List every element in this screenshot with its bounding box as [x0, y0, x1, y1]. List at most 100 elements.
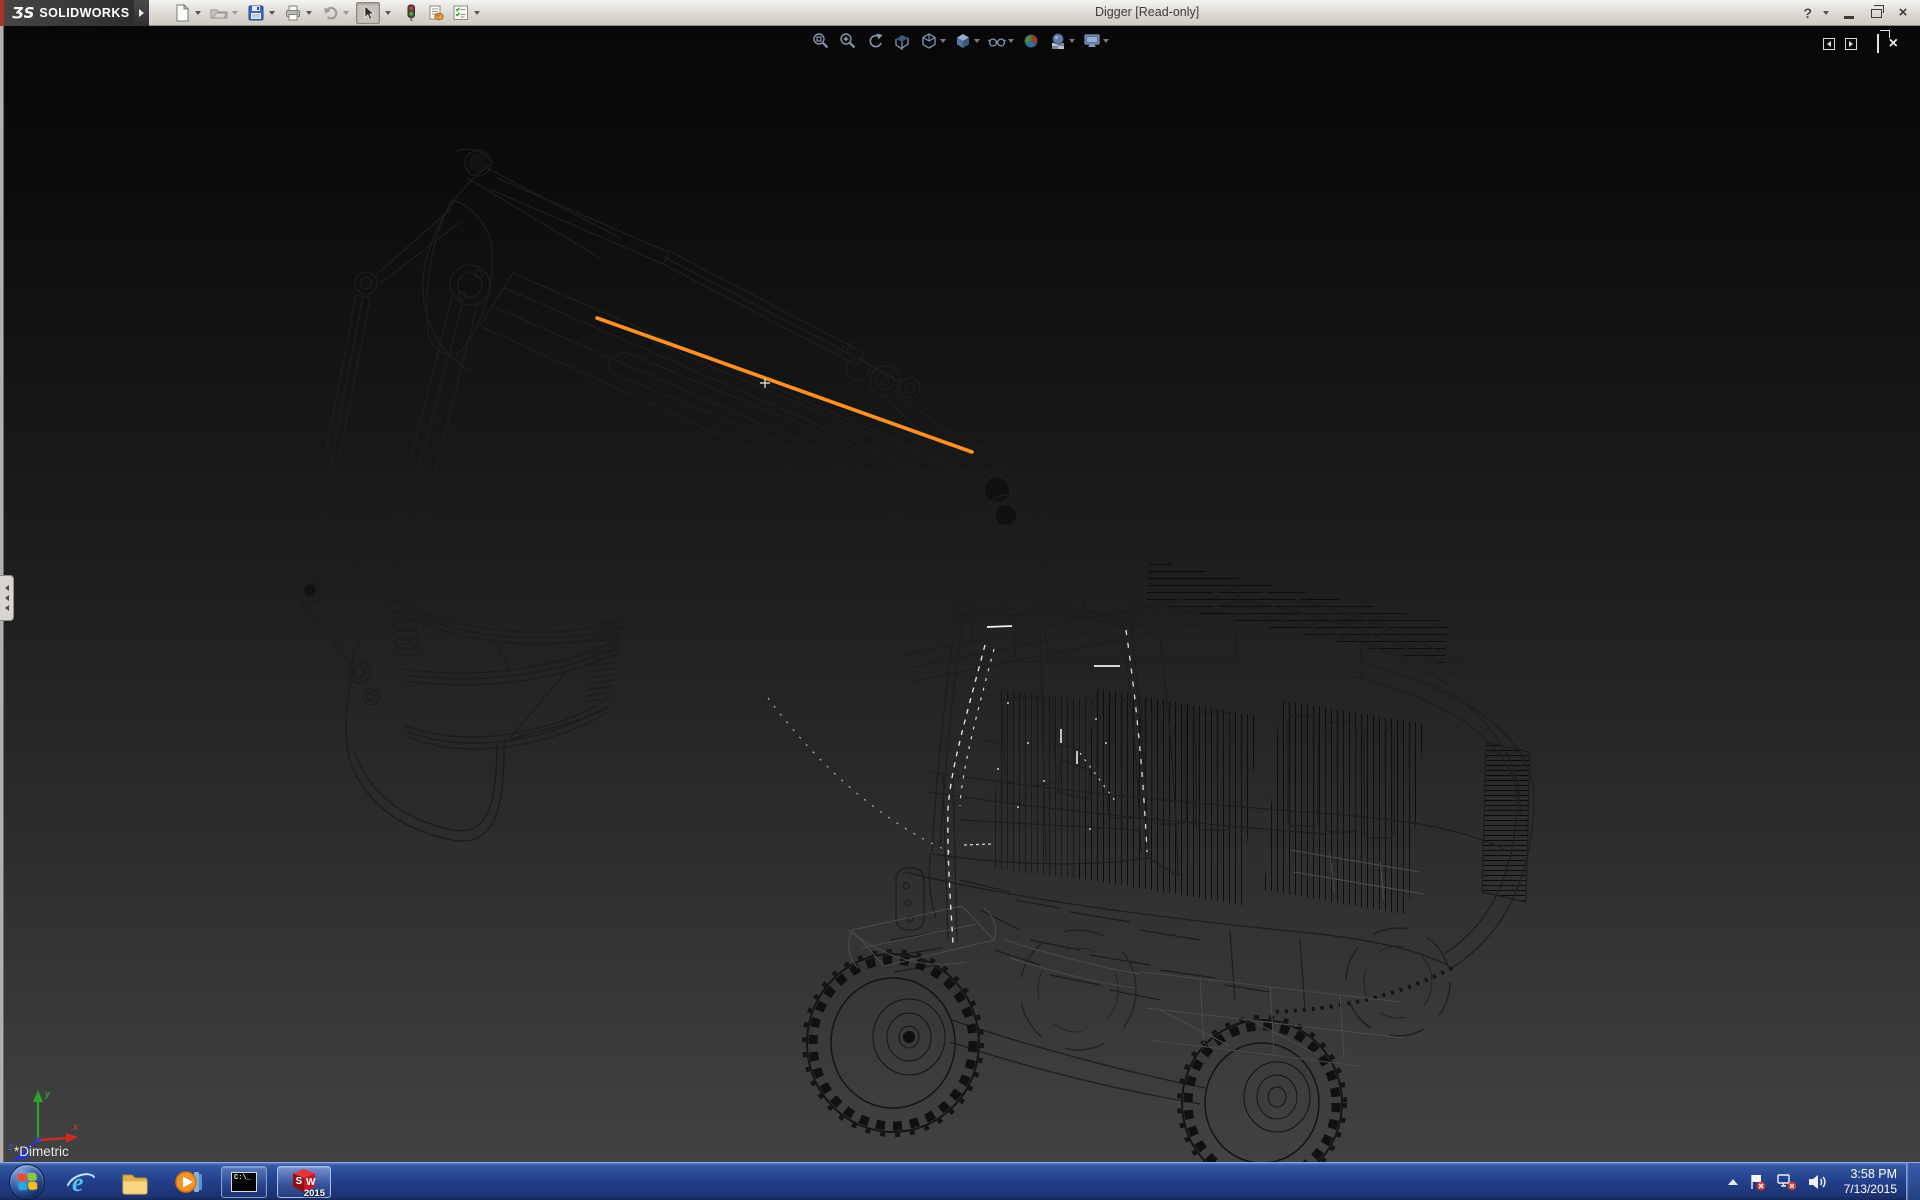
edit-appearance-button[interactable] [1021, 31, 1041, 51]
previous-view-icon [865, 31, 885, 51]
chevron-down-icon[interactable] [195, 11, 201, 15]
brand-label: SOLIDWORKS [39, 6, 129, 20]
feature-panel-collapse-tab[interactable] [0, 575, 14, 621]
chevron-down-icon[interactable] [1103, 39, 1109, 43]
hidden-icons-button[interactable] [1728, 1179, 1738, 1185]
help-caret-icon[interactable] [1823, 11, 1829, 15]
triad-y-label: y [44, 1089, 51, 1100]
standard-toolbar [171, 2, 484, 24]
close-button[interactable]: × [1894, 5, 1912, 21]
minimize-button[interactable] [1840, 5, 1858, 21]
select-cursor-icon [359, 4, 377, 22]
apply-scene-button[interactable] [1048, 31, 1075, 51]
excavator-wireframe: y x z [0, 26, 1920, 1162]
action-center-icon[interactable] [1747, 1172, 1767, 1192]
document-close-button[interactable]: × [1889, 38, 1898, 50]
undo-button[interactable] [319, 3, 353, 23]
new-document-button[interactable] [171, 3, 205, 23]
show-desktop-button[interactable] [1906, 1163, 1920, 1200]
document-restore-button[interactable] [1877, 35, 1879, 53]
options-button[interactable] [450, 3, 484, 23]
graphics-area[interactable]: y x z [0, 26, 1920, 1162]
chevron-down-icon[interactable] [306, 11, 312, 15]
boom-group [316, 149, 1085, 618]
display-style-button[interactable] [953, 31, 980, 51]
view-orientation-icon [919, 31, 939, 51]
file-properties-button[interactable] [425, 3, 447, 23]
taskbar-items: e C:\_ [59, 1163, 331, 1200]
windows-explorer-button[interactable] [113, 1165, 157, 1199]
new-document-icon [173, 4, 191, 22]
media-player-button[interactable] [167, 1165, 211, 1199]
triad-x-label: x [72, 1122, 79, 1133]
hide-show-items-button[interactable] [987, 31, 1014, 51]
triad-z-label: z [7, 1142, 13, 1153]
eyeglasses-icon [987, 31, 1007, 51]
help-button[interactable]: ? [1803, 5, 1812, 21]
command-prompt-icon: C:\_ [231, 1172, 257, 1192]
volume-icon[interactable] [1807, 1172, 1829, 1192]
chevron-down-icon[interactable] [1008, 39, 1014, 43]
section-view-icon [892, 31, 912, 51]
select-flyout-caret[interactable] [385, 11, 391, 15]
restore-button[interactable] [1867, 5, 1885, 21]
network-status-icon[interactable] [1776, 1172, 1798, 1192]
zoom-to-fit-button[interactable] [811, 31, 831, 51]
selected-edge[interactable] [597, 318, 972, 452]
pane-toggle-left-button[interactable] [1823, 38, 1835, 50]
chevron-down-icon[interactable] [1069, 39, 1075, 43]
internet-explorer-button[interactable]: e [59, 1165, 103, 1199]
chevron-down-icon[interactable] [269, 11, 275, 15]
print-button[interactable] [282, 3, 316, 23]
chevron-down-icon[interactable] [474, 11, 480, 15]
collapse-arrow-icon [5, 595, 9, 601]
chevron-down-icon[interactable] [232, 11, 238, 15]
edit-appearance-icon [1021, 31, 1041, 51]
body-group [890, 560, 1534, 1104]
start-button[interactable] [9, 1164, 45, 1200]
file-properties-icon [427, 4, 445, 22]
system-tray: 3:58 PM 7/13/2015 [1728, 1163, 1897, 1200]
view-settings-button[interactable] [1082, 31, 1109, 51]
pane-toggle-right-button[interactable] [1845, 38, 1857, 50]
zoom-to-area-button[interactable] [838, 31, 858, 51]
internet-explorer-icon: e [65, 1166, 97, 1198]
solidworks-logo-icon: ƷS [12, 4, 34, 22]
pane-left-arrow-icon [1827, 41, 1831, 47]
heads-up-view-toolbar [811, 31, 1109, 51]
chevron-down-icon[interactable] [974, 39, 980, 43]
open-folder-icon [210, 4, 228, 22]
view-settings-icon [1082, 31, 1102, 51]
solidworks-menu-button[interactable]: ƷS SOLIDWORKS [4, 0, 134, 26]
ghost-components-group [848, 850, 1424, 1066]
clock-date: 7/13/2015 [1844, 1182, 1897, 1197]
chevron-down-icon[interactable] [940, 39, 946, 43]
wheels-group [804, 928, 1450, 1162]
command-prompt-button[interactable]: C:\_ [221, 1166, 267, 1198]
save-floppy-icon [247, 4, 265, 22]
solidworks-taskbar-button[interactable]: S W 2015 [277, 1166, 331, 1198]
view-orientation-label: *Dimetric [14, 1144, 69, 1159]
section-view-button[interactable] [892, 31, 912, 51]
taskbar-clock[interactable]: 3:58 PM 7/13/2015 [1844, 1167, 1897, 1198]
title-bar: ƷS SOLIDWORKS [0, 0, 1920, 26]
chevron-down-icon[interactable] [343, 11, 349, 15]
apply-scene-icon [1048, 31, 1068, 51]
window-title: Digger [Read-only] [1095, 5, 1199, 19]
previous-view-button[interactable] [865, 31, 885, 51]
close-icon: × [1899, 6, 1908, 20]
select-tool-button[interactable] [356, 2, 380, 24]
open-document-button[interactable] [208, 3, 242, 23]
view-orientation-button[interactable] [919, 31, 946, 51]
svg-text:W: W [306, 1177, 316, 1188]
svg-text:e: e [72, 1168, 84, 1197]
svg-text:S: S [296, 1176, 303, 1187]
rebuild-button[interactable] [400, 3, 422, 23]
command-prompt-text: C:\_ [234, 1174, 251, 1182]
media-player-icon [173, 1166, 205, 1198]
minimize-icon [1844, 16, 1854, 19]
pane-right-arrow-icon [1849, 41, 1853, 47]
menu-flyout-button[interactable] [134, 0, 149, 26]
save-button[interactable] [245, 3, 279, 23]
zoom-to-area-icon [838, 31, 858, 51]
